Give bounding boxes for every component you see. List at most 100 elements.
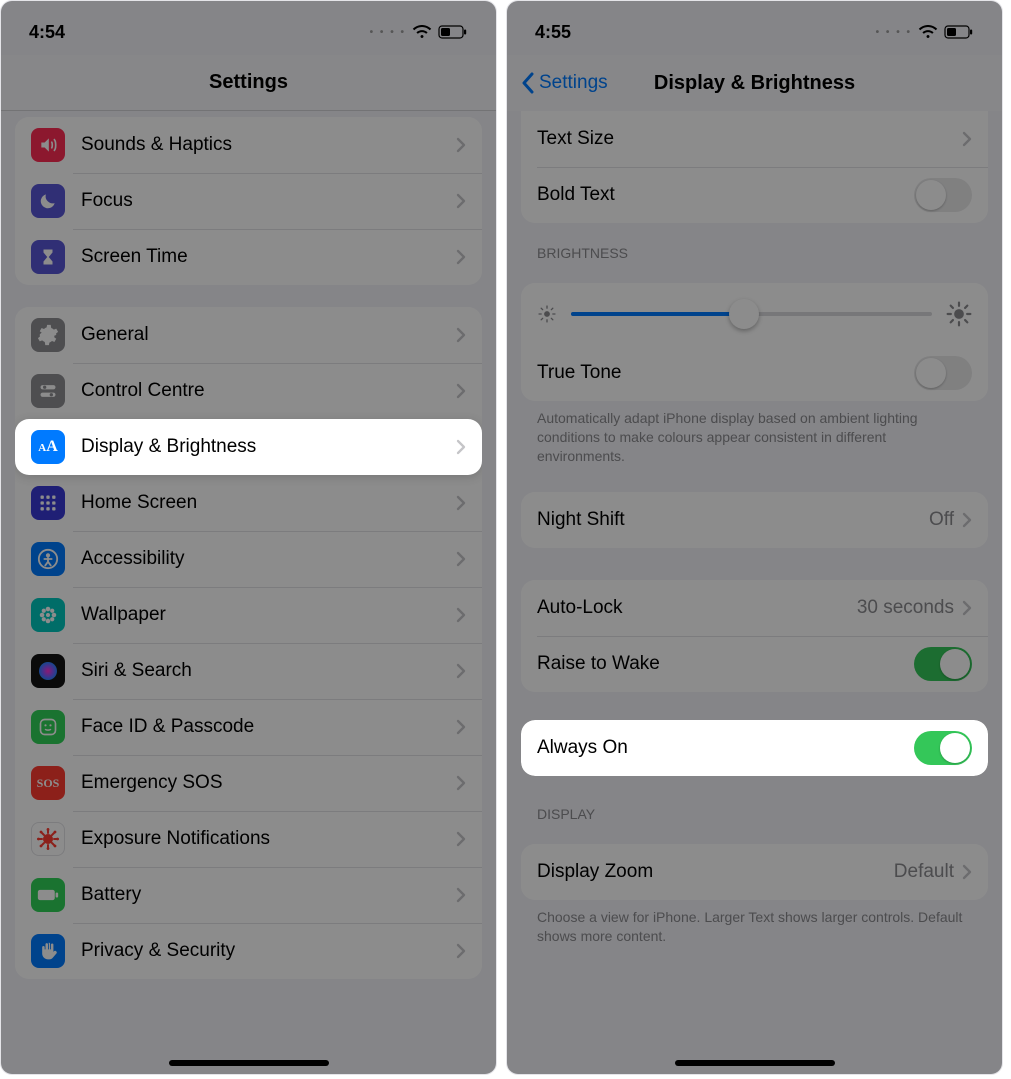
row-control-centre[interactable]: Control Centre (15, 363, 482, 419)
row-label: Wallpaper (81, 604, 456, 626)
true-tone-toggle[interactable] (914, 356, 972, 390)
privacy-security-icon (31, 934, 65, 968)
back-button[interactable]: Settings (521, 72, 608, 94)
status-time: 4:55 (535, 22, 571, 43)
group-header-brightness: BRIGHTNESS (537, 245, 972, 261)
row-face-id-passcode[interactable]: Face ID & Passcode (15, 699, 482, 755)
row-label: Accessibility (81, 548, 456, 570)
row-always-on[interactable]: Always On (521, 720, 988, 776)
sun-large-icon (946, 301, 972, 327)
wifi-icon (918, 25, 938, 39)
nav-bar: Settings (1, 55, 496, 111)
row-display-zoom[interactable]: Display Zoom Default (521, 844, 988, 900)
group-lock-wake: Auto-Lock 30 seconds Raise to Wake (521, 580, 988, 692)
row-home-screen[interactable]: Home Screen (15, 475, 482, 531)
chevron-right-icon (456, 719, 466, 735)
battery-icon (944, 25, 974, 39)
group-display-zoom: Display Zoom Default (521, 844, 988, 900)
chevron-right-icon (456, 831, 466, 847)
nav-bar: Settings Display & Brightness (507, 55, 1002, 111)
status-bar: 4:54 • • • • (1, 1, 496, 55)
bold-text-toggle[interactable] (914, 178, 972, 212)
brightness-slider[interactable] (571, 312, 932, 316)
always-on-toggle[interactable] (914, 731, 972, 765)
row-label: Focus (81, 190, 456, 212)
row-bold-text[interactable]: Bold Text (521, 167, 988, 223)
display-settings-list[interactable]: Text Size Bold Text BRIGHTNESS (507, 111, 1002, 985)
row-label: Control Centre (81, 380, 456, 402)
row-label: Raise to Wake (537, 653, 914, 675)
raise-to-wake-toggle[interactable] (914, 647, 972, 681)
battery-icon (31, 878, 65, 912)
group-night-shift: Night Shift Off (521, 492, 988, 548)
row-wallpaper[interactable]: Wallpaper (15, 587, 482, 643)
row-exposure-notifications[interactable]: Exposure Notifications (15, 811, 482, 867)
row-label: Bold Text (537, 184, 914, 206)
row-general[interactable]: General (15, 307, 482, 363)
row-accessibility[interactable]: Accessibility (15, 531, 482, 587)
chevron-right-icon (456, 249, 466, 265)
accessibility-icon (31, 542, 65, 576)
row-night-shift[interactable]: Night Shift Off (521, 492, 988, 548)
row-label: Battery (81, 884, 456, 906)
chevron-right-icon (456, 193, 466, 209)
chevron-right-icon (962, 864, 972, 880)
row-label: True Tone (537, 362, 914, 384)
chevron-right-icon (456, 775, 466, 791)
slider-fill (571, 312, 744, 316)
row-label: Screen Time (81, 246, 456, 268)
row-value: Off (929, 509, 954, 531)
group-always-on: Always On (521, 720, 988, 776)
group-brightness: True Tone (521, 283, 988, 401)
siri-search-icon (31, 654, 65, 688)
row-text-size[interactable]: Text Size (521, 111, 988, 167)
row-label: Sounds & Haptics (81, 134, 456, 156)
row-label: Exposure Notifications (81, 828, 456, 850)
page-title: Settings (209, 71, 288, 94)
chevron-right-icon (456, 663, 466, 679)
group-notifications-sounds: Sounds & Haptics Focus Screen Time (15, 117, 482, 285)
status-time: 4:54 (29, 22, 65, 43)
back-label: Settings (539, 72, 608, 94)
row-true-tone[interactable]: True Tone (521, 345, 988, 401)
row-battery[interactable]: Battery (15, 867, 482, 923)
row-value: Default (894, 861, 954, 883)
row-emergency-sos[interactable]: SOSEmergency SOS (15, 755, 482, 811)
row-display-brightness[interactable]: AADisplay & Brightness (15, 419, 482, 475)
page-title: Display & Brightness (654, 72, 855, 95)
row-screen-time[interactable]: Screen Time (15, 229, 482, 285)
chevron-right-icon (456, 943, 466, 959)
brightness-slider-row (521, 283, 988, 345)
status-bar: 4:55 • • • • (507, 1, 1002, 55)
status-dots: • • • • (876, 27, 912, 38)
row-raise-to-wake[interactable]: Raise to Wake (521, 636, 988, 692)
battery-icon (438, 25, 468, 39)
chevron-right-icon (456, 327, 466, 343)
general-icon (31, 318, 65, 352)
slider-thumb[interactable] (729, 299, 759, 329)
home-indicator[interactable] (675, 1060, 835, 1066)
row-label: Emergency SOS (81, 772, 456, 794)
row-privacy-security[interactable]: Privacy & Security (15, 923, 482, 979)
row-label: Always On (537, 737, 914, 759)
row-label: Home Screen (81, 492, 456, 514)
row-focus[interactable]: Focus (15, 173, 482, 229)
row-sounds-haptics[interactable]: Sounds & Haptics (15, 117, 482, 173)
chevron-right-icon (456, 551, 466, 567)
home-indicator[interactable] (169, 1060, 329, 1066)
status-dots: • • • • (370, 27, 406, 38)
chevron-right-icon (456, 495, 466, 511)
row-auto-lock[interactable]: Auto-Lock 30 seconds (521, 580, 988, 636)
row-label: Face ID & Passcode (81, 716, 456, 738)
chevron-right-icon (456, 383, 466, 399)
screenshot-settings-root: 4:54 • • • • Settings Sounds & Haptics Fo… (0, 0, 497, 1075)
screenshot-display-brightness: 4:55 • • • • Settings Display & Brightne… (506, 0, 1003, 1075)
group-text: Text Size Bold Text (521, 111, 988, 223)
row-label: General (81, 324, 456, 346)
row-siri-search[interactable]: Siri & Search (15, 643, 482, 699)
chevron-right-icon (962, 512, 972, 528)
row-value: 30 seconds (857, 597, 954, 619)
sounds-haptics-icon (31, 128, 65, 162)
row-label: Display & Brightness (81, 436, 456, 458)
settings-list[interactable]: Sounds & Haptics Focus Screen Time General… (1, 117, 496, 1027)
